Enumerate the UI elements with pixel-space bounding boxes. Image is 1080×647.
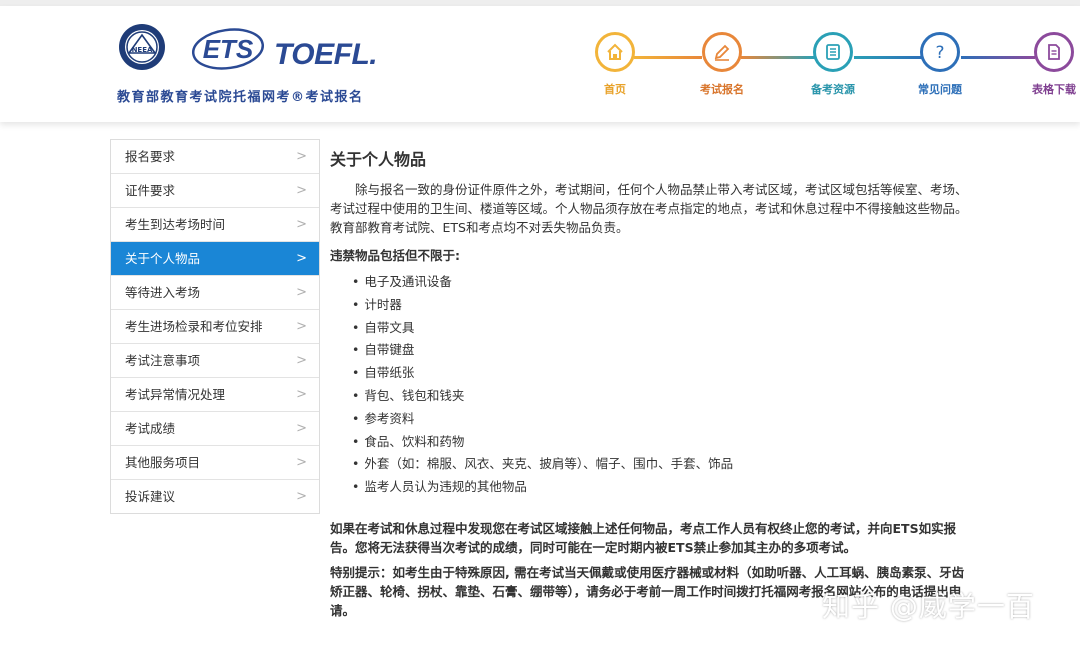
prohibited-items-heading: 违禁物品包括但不限于: (330, 248, 460, 263)
sidebar-item-registration-requirements[interactable]: 报名要求 > (111, 140, 319, 174)
chevron-right-icon: > (296, 353, 307, 368)
nav-home-label: 首页 (604, 83, 626, 96)
sidebar-item-label: 其他服务项目 (125, 455, 201, 470)
list-item: 监考人员认为违规的其他物品 (352, 476, 975, 499)
sidebar-item-label: 关于个人物品 (125, 251, 201, 266)
site-subtitle: 教育部教育考试院托福网考®考试报名 (117, 90, 364, 105)
watermark: 知乎 @威学一百 (822, 590, 1035, 623)
list-item: 自带键盘 (352, 339, 975, 362)
sidebar-item-exam-notes[interactable]: 考试注意事项 > (111, 344, 319, 378)
list-item: 食品、饮料和药物 (352, 431, 975, 454)
chevron-right-icon: > (296, 149, 307, 164)
toefl-logo[interactable]: TOEFL. (274, 38, 378, 72)
chevron-right-icon: > (296, 217, 307, 232)
sidebar-item-label: 投诉建议 (125, 489, 176, 504)
list-item: 电子及通讯设备 (352, 271, 975, 294)
book-icon (826, 44, 840, 60)
edit-icon (714, 44, 730, 61)
nav-faq-label: 常见问题 (918, 83, 962, 96)
sidebar-item-label: 考试异常情况处理 (125, 387, 226, 402)
sidebar-item-complaints[interactable]: 投诉建议 > (111, 480, 319, 513)
ets-logo[interactable]: ETS (190, 27, 266, 71)
document-icon (1048, 44, 1060, 60)
sidebar-item-exception-handling[interactable]: 考试异常情况处理 > (111, 378, 319, 412)
sidebar-item-personal-belongings[interactable]: 关于个人物品 > (111, 242, 319, 276)
nav-prep-resources-label: 备考资源 (811, 83, 855, 96)
sidebar-item-arrival-time[interactable]: 考生到达考场时间 > (111, 208, 319, 242)
home-icon (607, 43, 623, 60)
sidebar-item-check-in-seating[interactable]: 考生进场检录和考位安排 > (111, 310, 319, 344)
sidebar-item-label: 考试成绩 (125, 421, 176, 436)
neea-logo[interactable]: NEEA (118, 23, 166, 71)
sidebar-item-other-services[interactable]: 其他服务项目 > (111, 446, 319, 480)
chevron-right-icon: > (296, 251, 307, 266)
chevron-right-icon: > (296, 319, 307, 334)
sidebar-item-label: 考试注意事项 (125, 353, 201, 368)
list-item: 自带纸张 (352, 362, 975, 385)
nav-faq[interactable]: ? 常见问题 (910, 32, 970, 97)
chevron-right-icon: > (296, 455, 307, 470)
chevron-right-icon: > (296, 285, 307, 300)
nav-prep-resources[interactable]: 备考资源 (803, 32, 863, 97)
site-header: NEEA ETS TOEFL. 教育部教育考试院托福网考®考试报名 首页 考试报… (0, 6, 1080, 122)
svg-text:NEEA: NEEA (132, 46, 153, 54)
question-icon: ? (935, 43, 944, 62)
chevron-right-icon: > (296, 489, 307, 504)
svg-text:ETS: ETS (203, 34, 254, 64)
chevron-right-icon: > (296, 183, 307, 198)
sidebar-item-id-requirements[interactable]: 证件要求 > (111, 174, 319, 208)
prohibited-items-list: 电子及通讯设备 计时器 自带文具 自带键盘 自带纸张 背包、钱包和钱夹 参考资料… (330, 271, 975, 499)
list-item: 外套（如：棉服、风衣、夹克、披肩等）、帽子、围巾、手套、饰品 (352, 453, 975, 476)
sidebar-menu: 报名要求 > 证件要求 > 考生到达考场时间 > 关于个人物品 > 等待进入考场 > 考生… (110, 139, 320, 514)
intro-paragraph: 除与报名一致的身份证件原件之外，考试期间，任何个人物品禁止带入考试区域，考试区域… (330, 182, 968, 235)
svg-text:?: ? (935, 43, 944, 62)
nav-forms-download-label: 表格下载 (1032, 83, 1076, 96)
chevron-right-icon: > (296, 387, 307, 402)
sidebar-item-scores[interactable]: 考试成绩 > (111, 412, 319, 446)
nav-register[interactable]: 考试报名 (692, 32, 752, 97)
sidebar-item-label: 考生到达考场时间 (125, 217, 226, 232)
list-item: 计时器 (352, 294, 975, 317)
list-item: 参考资料 (352, 408, 975, 431)
sidebar-item-label: 证件要求 (125, 183, 176, 198)
page-title: 关于个人物品 (330, 150, 427, 169)
chevron-right-icon: > (296, 421, 307, 436)
main-content: 关于个人物品 除与报名一致的身份证件原件之外，考试期间，任何个人物品禁止带入考试… (330, 146, 975, 620)
warning-paragraph: 如果在考试和休息过程中发现您在考试区域接触上述任何物品，考点工作人员有权终止您的… (330, 520, 957, 555)
sidebar-item-waiting-to-enter[interactable]: 等待进入考场 > (111, 276, 319, 310)
nav-register-label: 考试报名 (700, 83, 744, 96)
sidebar-item-label: 等待进入考场 (125, 285, 201, 300)
nav-forms-download[interactable]: 表格下载 (1024, 32, 1080, 97)
sidebar-item-label: 考生进场检录和考位安排 (125, 319, 263, 334)
sidebar-item-label: 报名要求 (125, 149, 176, 164)
list-item: 自带文具 (352, 317, 975, 340)
list-item: 背包、钱包和钱夹 (352, 385, 975, 408)
nav-home[interactable]: 首页 (585, 32, 645, 97)
